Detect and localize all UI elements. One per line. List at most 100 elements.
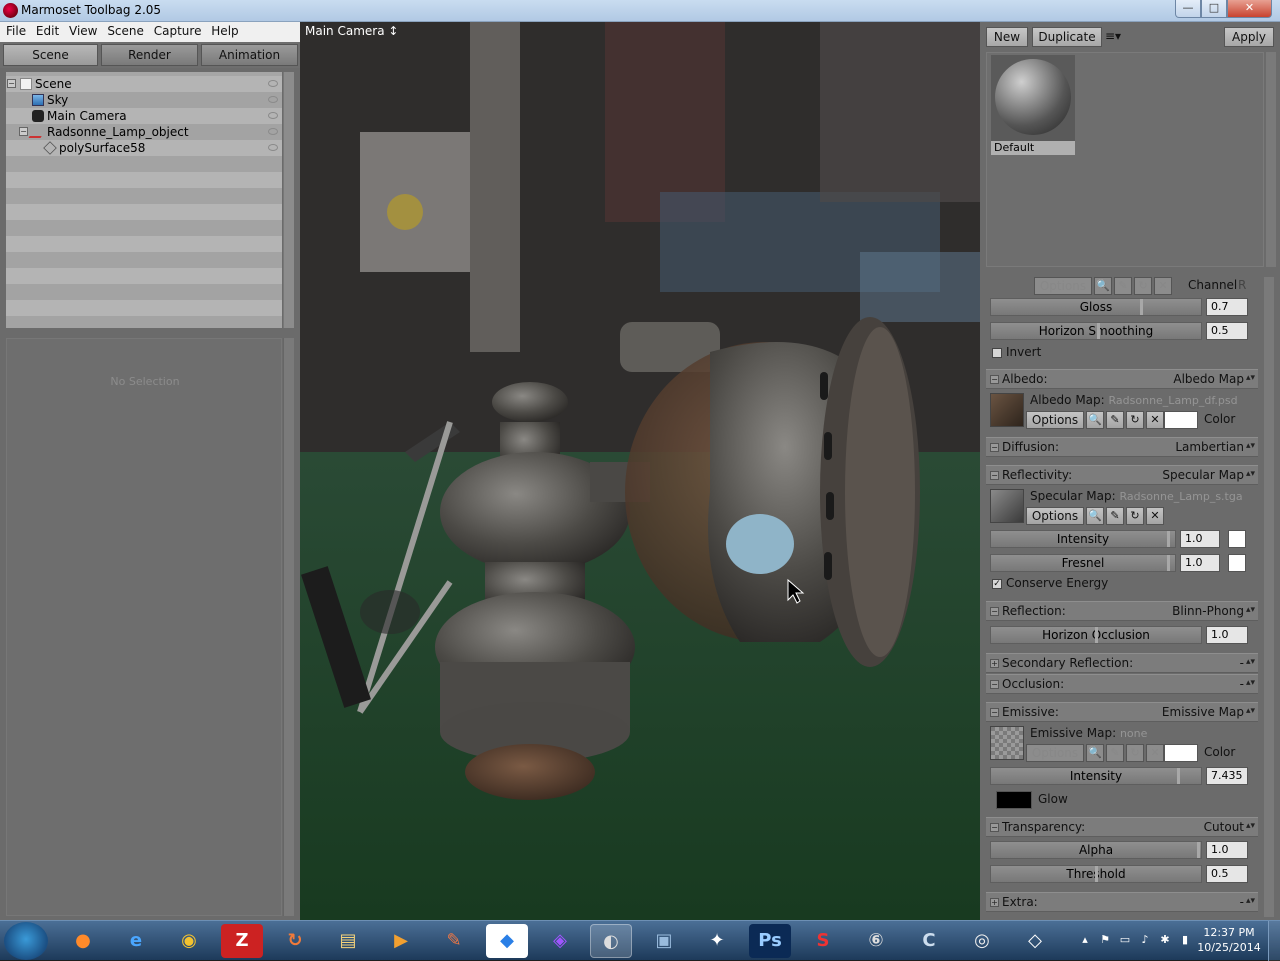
albedo-options-button[interactable]: Options — [1026, 411, 1084, 429]
file-explorer-icon[interactable]: ▤ — [327, 924, 369, 958]
visibility-eye-icon[interactable] — [268, 144, 278, 151]
search-icon[interactable]: 🔍 — [1086, 411, 1104, 429]
show-desktop-button[interactable] — [1268, 921, 1280, 961]
clear-icon[interactable]: ✕ — [1146, 507, 1164, 525]
alpha-slider[interactable]: Alpha — [990, 841, 1202, 859]
horizon-occlusion-value[interactable]: 1.0 — [1206, 626, 1248, 644]
collapse-icon[interactable]: − — [990, 607, 999, 616]
material-menu-icon[interactable]: ≡▾ — [1104, 27, 1122, 47]
search-icon[interactable]: 🔍 — [1086, 507, 1104, 525]
emissive-intensity-value[interactable]: 7.435 — [1206, 767, 1248, 785]
edit-icon[interactable]: ✎ — [1106, 507, 1124, 525]
horizon-smoothing-slider[interactable]: Horizon Smoothing — [990, 322, 1202, 340]
camera-selector[interactable]: Main Camera ↕ — [305, 24, 398, 38]
tree-item-polysurface58[interactable]: polySurface58 — [6, 140, 282, 156]
menu-file[interactable]: File — [0, 22, 26, 38]
occlusion-mode-select[interactable]: - — [1240, 677, 1244, 691]
conserve-energy-checkbox[interactable]: ✓ — [992, 579, 1002, 589]
visibility-eye-icon[interactable] — [268, 128, 278, 135]
invert-checkbox[interactable] — [992, 348, 1002, 358]
collapse-icon[interactable]: − — [990, 375, 999, 384]
photoshop-cs-icon[interactable]: ⑥ — [855, 924, 897, 958]
collapse-icon[interactable]: − — [990, 443, 999, 452]
tab-animation[interactable]: Animation — [201, 44, 298, 66]
visibility-eye-icon[interactable] — [268, 80, 278, 87]
reflection-mode-select[interactable]: Blinn-Phong — [1172, 604, 1244, 618]
paint-icon[interactable]: ✎ — [433, 924, 475, 958]
chrome-icon[interactable]: ◉ — [168, 924, 210, 958]
collapse-icon[interactable]: − — [7, 79, 16, 88]
collapse-icon[interactable]: − — [990, 471, 999, 480]
menu-capture[interactable]: Capture — [148, 22, 202, 38]
search-icon[interactable]: 🔍 — [1094, 277, 1112, 295]
emissive-mode-select[interactable]: Emissive Map — [1162, 705, 1244, 719]
emissive-intensity-slider[interactable]: Intensity — [990, 767, 1202, 785]
marmoset-hub-icon[interactable]: ◇ — [1014, 924, 1056, 958]
menu-edit[interactable]: Edit — [30, 22, 59, 38]
power-icon[interactable]: ▮ — [1178, 933, 1192, 947]
viewport[interactable]: Main Camera ↕ — [300, 22, 980, 920]
specular-intensity-slider[interactable]: Intensity — [990, 530, 1176, 548]
menu-help[interactable]: Help — [205, 22, 238, 38]
volume-icon[interactable]: ♪ — [1138, 933, 1152, 947]
tree-item-scene[interactable]: − Scene — [6, 76, 282, 92]
tab-scene[interactable]: Scene — [3, 44, 98, 66]
tray-expand-icon[interactable]: ▴ — [1078, 933, 1092, 947]
properties-scrollbar[interactable] — [1264, 277, 1274, 917]
menu-scene[interactable]: Scene — [101, 22, 144, 38]
gloss-options-button[interactable]: Options — [1034, 277, 1092, 295]
clear-icon[interactable]: ✕ — [1146, 744, 1164, 762]
unknown-app-icon[interactable]: ◈ — [539, 924, 581, 958]
reflectivity-mode-select[interactable]: Specular Map — [1162, 468, 1244, 482]
specular-options-button[interactable]: Options — [1026, 507, 1084, 525]
internet-explorer-icon[interactable]: e — [115, 924, 157, 958]
diffusion-mode-select[interactable]: Lambertian — [1175, 440, 1244, 454]
clock[interactable]: 12:37 PM 10/25/2014 — [1196, 925, 1262, 955]
apply-material-button[interactable]: Apply — [1224, 27, 1274, 47]
substance-icon[interactable]: S — [802, 924, 844, 958]
edit-icon[interactable]: ✎ — [1106, 411, 1124, 429]
collapse-icon[interactable]: − — [990, 680, 999, 689]
zbrush-icon[interactable]: ✦ — [696, 924, 738, 958]
filezilla-icon[interactable]: Z — [221, 924, 263, 958]
close-button[interactable]: ✕ — [1227, 0, 1272, 18]
albedo-section-header[interactable]: − Albedo: Albedo Map ▴▾ — [986, 369, 1258, 389]
tree-item-sky[interactable]: Sky — [6, 92, 282, 108]
network-icon[interactable]: ✱ — [1158, 933, 1172, 947]
media-player-icon[interactable]: ▶ — [380, 924, 422, 958]
fresnel-value[interactable]: 1.0 — [1180, 554, 1220, 572]
material-thumbnail-default[interactable]: Default — [991, 55, 1075, 155]
channel-value[interactable]: R — [1238, 278, 1246, 292]
dropbox-icon[interactable]: ◆ — [486, 924, 528, 958]
edit-icon[interactable]: ✎ — [1106, 744, 1124, 762]
display-icon[interactable]: ▭ — [1118, 933, 1132, 947]
tab-render[interactable]: Render — [101, 44, 198, 66]
transparency-section-header[interactable]: − Transparency: Cutout ▴▾ — [986, 817, 1258, 837]
tree-scrollbar[interactable] — [283, 72, 294, 328]
secondary-reflection-section-header[interactable]: + Secondary Reflection: - ▴▾ — [986, 653, 1258, 673]
marmoset-toolbag-icon[interactable]: ◐ — [590, 924, 632, 958]
selection-scrollbar[interactable] — [283, 338, 294, 916]
new-material-button[interactable]: New — [986, 27, 1028, 47]
flag-icon[interactable]: ⚑ — [1098, 933, 1112, 947]
quixel-icon[interactable]: ◎ — [961, 924, 1003, 958]
cinema-icon[interactable]: C — [908, 924, 950, 958]
gloss-value[interactable]: 0.7 — [1206, 298, 1248, 316]
expand-icon[interactable]: + — [990, 898, 999, 907]
collapse-icon[interactable]: − — [990, 708, 999, 717]
emissive-options-button[interactable]: Options — [1026, 744, 1084, 762]
specular-texture-thumbnail[interactable] — [990, 489, 1024, 523]
duplicate-material-button[interactable]: Duplicate — [1032, 27, 1102, 47]
albedo-color-swatch[interactable] — [1164, 411, 1198, 429]
collapse-icon[interactable]: − — [990, 823, 999, 832]
fresnel-slider[interactable]: Fresnel — [990, 554, 1176, 572]
albedo-texture-thumbnail[interactable] — [990, 393, 1024, 427]
edit-icon[interactable]: ✎ — [1114, 277, 1132, 295]
emissive-texture-thumbnail[interactable] — [990, 726, 1024, 760]
emissive-color-swatch[interactable] — [1164, 744, 1198, 762]
threshold-value[interactable]: 0.5 — [1206, 865, 1248, 883]
specular-intensity-swatch[interactable] — [1228, 530, 1246, 548]
reload-icon[interactable]: ↻ — [1134, 277, 1152, 295]
minimize-button[interactable]: — — [1175, 0, 1201, 18]
reflection-section-header[interactable]: − Reflection: Blinn-Phong ▴▾ — [986, 601, 1258, 621]
